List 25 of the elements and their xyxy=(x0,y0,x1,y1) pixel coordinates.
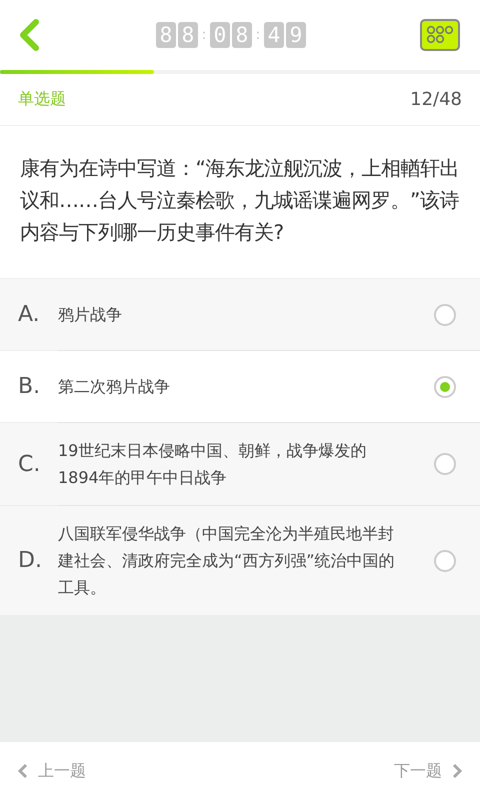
option-text: 第二次鸦片战争 xyxy=(58,376,171,398)
grid-icon xyxy=(426,25,454,45)
option-text: 鸦片战争 xyxy=(58,304,123,326)
question-text: 康有为在诗中写道：“海东龙泣舰沉波，上相輶轩出议和……台人号泣秦桧歌，九城谣谍遍网罗。”该诗内容与下列哪一历史事件有关? xyxy=(0,126,480,279)
option-letter: B. xyxy=(18,374,42,399)
timer-colon: : xyxy=(254,27,262,43)
radio-button[interactable] xyxy=(434,550,456,572)
answer-option[interactable]: A. 鸦片战争 xyxy=(0,279,480,350)
option-letter: A. xyxy=(18,302,41,327)
radio-button[interactable] xyxy=(434,376,456,398)
radio-button[interactable] xyxy=(434,304,456,326)
radio-button[interactable] xyxy=(434,453,456,475)
option-text: 19世纪末日本侵略中国、朝鲜，战争爆发的1894年的甲午中日战争 xyxy=(58,440,368,489)
chevron-left-icon xyxy=(18,763,28,779)
answer-sheet-button[interactable] xyxy=(420,19,460,51)
question-counter: 12/48 xyxy=(410,89,462,110)
option-letter: D. xyxy=(18,548,43,573)
answer-option[interactable]: C. 19世纪末日本侵略中国、朝鲜，战争爆发的1894年的甲午中日战争 xyxy=(0,423,480,505)
option-letter: C. xyxy=(18,452,42,476)
option-text: 八国联军侵华战争（中国完全沦为半殖民地半封建社会、清政府完全成为“西方列强”统治中国的工具。 xyxy=(58,523,396,599)
question-type: 单选题 xyxy=(18,89,66,110)
answer-option[interactable]: D. 八国联军侵华战争（中国完全沦为半殖民地半封建社会、清政府完全成为“西方列强”统治中国的工具。 xyxy=(0,506,480,615)
answer-option[interactable]: B. 第二次鸦片战争 xyxy=(0,351,480,422)
timer-colon: : xyxy=(200,27,208,43)
chevron-right-icon xyxy=(452,763,462,779)
